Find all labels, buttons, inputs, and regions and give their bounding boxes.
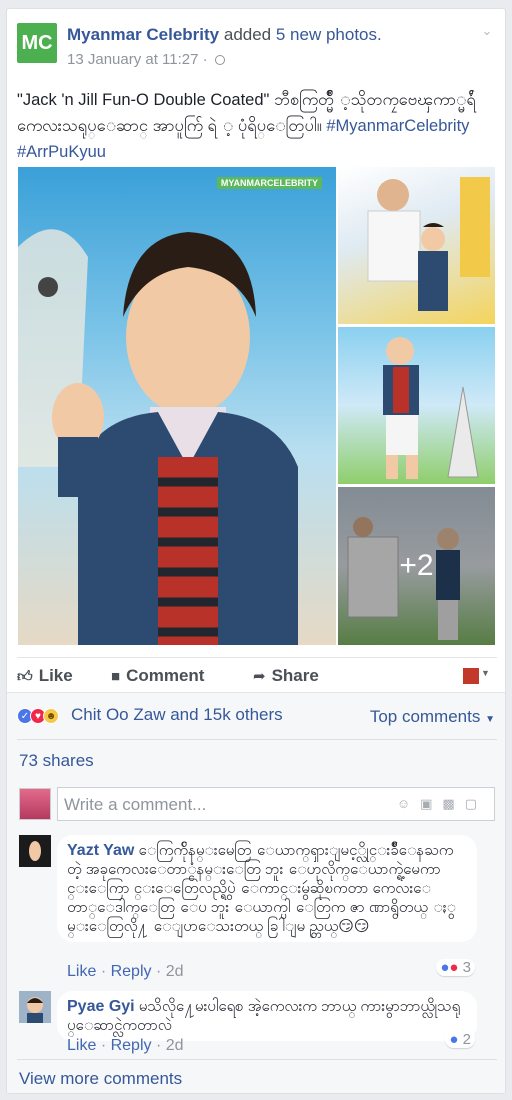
thumbs-up-icon: 👍︎ (17, 668, 33, 685)
commenter-name[interactable]: Pyae Gyi (67, 998, 135, 1015)
caret-down-icon: ▼ (481, 668, 490, 678)
hashtag-link[interactable]: #ArrPuKyuu (17, 143, 106, 161)
like-reaction-icon: ● (449, 1031, 459, 1048)
commenter-name[interactable]: Yazt Yaw (67, 842, 134, 859)
like-label: Like (38, 666, 73, 685)
commenter-avatar-illustration (19, 835, 51, 867)
meta-separator: · (202, 51, 208, 68)
commenter-avatar-illustration (19, 991, 51, 1023)
comment-reply-link[interactable]: Reply (111, 1037, 152, 1054)
comment-icon: ■ (111, 668, 121, 685)
thumb-2-illustration (383, 337, 479, 479)
top-comments-dropdown[interactable]: Top comments ▼ (370, 707, 495, 727)
shares-count[interactable]: 73 shares (19, 751, 94, 771)
thumb-1-illustration (367, 177, 490, 311)
love-reaction-icon: ● (449, 959, 459, 976)
post-text: "Jack 'n Jill Fun-O Double Coated" ဘီစကြ… (17, 87, 497, 165)
camera-icon[interactable]: ▣ (420, 796, 442, 811)
hashtag-link[interactable]: #MyanmarCelebrity (326, 117, 469, 135)
composer-icons: ☺▣▩▢ (397, 796, 487, 812)
photo-thumb-2[interactable] (338, 327, 495, 484)
comment-item: Pyae Gyi မသိလို႔ေမးပါရေစ အဲ့ကေလးက ဘာယ္ က… (19, 991, 495, 1054)
chevron-down-icon[interactable]: ⌄ (479, 23, 495, 39)
view-more-comments-link[interactable]: View more comments (19, 1069, 182, 1089)
comment-composer: Write a comment... ☺▣▩▢ (19, 787, 495, 821)
comment-bubble: Yazt Yaw ေကြက်ိုနမ္းမေတြ ေယာက္ၡားျမင့္လိ… (57, 835, 477, 942)
photo-thumb-1[interactable] (338, 167, 495, 324)
post-timestamp[interactable]: 13 January at 11:27 (67, 51, 198, 68)
emoji-icon[interactable]: ☺ (397, 796, 420, 811)
new-photos-link[interactable]: 5 new photos. (276, 25, 382, 44)
post-as-selector[interactable]: ▼ (463, 668, 493, 684)
caret-down-icon: ▼ (485, 714, 495, 725)
comment-bubble: Pyae Gyi မသိလို႔ေမးပါရေစ အဲ့ကေလးက ဘာယ္ က… (57, 991, 477, 1041)
avatar[interactable] (19, 835, 51, 867)
reaction-count: 2 (462, 1031, 471, 1048)
post-card: MC Myanmar Celebrity added 5 new photos.… (6, 8, 506, 1094)
reaction-icons[interactable]: ✓ ♥ ☻ (17, 706, 59, 724)
photo-grid: MYANMARCELEBRITY +2 (18, 167, 495, 645)
comment-time[interactable]: 2d (166, 1037, 184, 1054)
comment-item: Yazt Yaw ေကြက်ိုနမ္းမေတြ ေယာက္ၡားျမင့္လိ… (19, 835, 495, 980)
post-header: MC Myanmar Celebrity added 5 new photos.… (17, 23, 495, 73)
share-label: Share (271, 666, 319, 685)
comment-reactions[interactable]: ●● 3 (436, 959, 475, 976)
comment-time[interactable]: 2d (166, 963, 184, 980)
post-action-text: added (223, 25, 272, 44)
action-bar: 👍︎ Like ■ Comment ➦ Share ▼ (17, 657, 497, 691)
photo-main[interactable]: MYANMARCELEBRITY (18, 167, 336, 645)
comment-like-link[interactable]: Like (67, 1037, 96, 1054)
watermark-label: MYANMARCELEBRITY (216, 177, 322, 189)
comment-reply-link[interactable]: Reply (111, 963, 152, 980)
comment-label: Comment (126, 666, 205, 685)
share-arrow-icon: ➦ (253, 668, 266, 685)
comment-button[interactable]: ■ Comment (111, 666, 204, 686)
feedback-area: ✓ ♥ ☻ Chit Oo Zaw and 15k others Top comme… (7, 692, 505, 1093)
post-title: Myanmar Celebrity added 5 new photos. (67, 25, 382, 45)
comment-like-link[interactable]: Like (67, 963, 96, 980)
haha-reaction-icon: ☻ (43, 708, 59, 724)
post-meta: 13 January at 11:27 · (67, 51, 225, 68)
avatar (463, 668, 479, 684)
more-photos-overlay[interactable]: +2 (338, 487, 495, 645)
sticker-icon[interactable]: ▢ (465, 796, 487, 811)
globe-icon[interactable] (214, 55, 225, 66)
comment-actions: Like · Reply · 2d (67, 963, 184, 980)
boy-photo-illustration (18, 229, 298, 645)
photo-thumb-3[interactable]: +2 (338, 487, 495, 645)
reaction-count: 3 (462, 959, 471, 976)
share-button[interactable]: ➦ Share (253, 666, 319, 686)
top-comments-label: Top comments (369, 707, 481, 726)
comment-reactions[interactable]: ● 2 (445, 1031, 475, 1048)
page-logo[interactable]: MC (17, 23, 57, 63)
page-name-link[interactable]: Myanmar Celebrity (67, 25, 219, 44)
like-button[interactable]: 👍︎ Like (17, 666, 73, 686)
reactions-summary[interactable]: Chit Oo Zaw and 15k others (71, 705, 283, 725)
reactions-row: ✓ ♥ ☻ Chit Oo Zaw and 15k others Top comme… (17, 703, 497, 729)
avatar[interactable] (19, 991, 51, 1023)
avatar[interactable] (19, 788, 51, 820)
comment-actions: Like · Reply · 2d (67, 1037, 184, 1054)
divider (17, 1059, 497, 1060)
gif-icon[interactable]: ▩ (442, 796, 464, 811)
divider (17, 739, 497, 740)
